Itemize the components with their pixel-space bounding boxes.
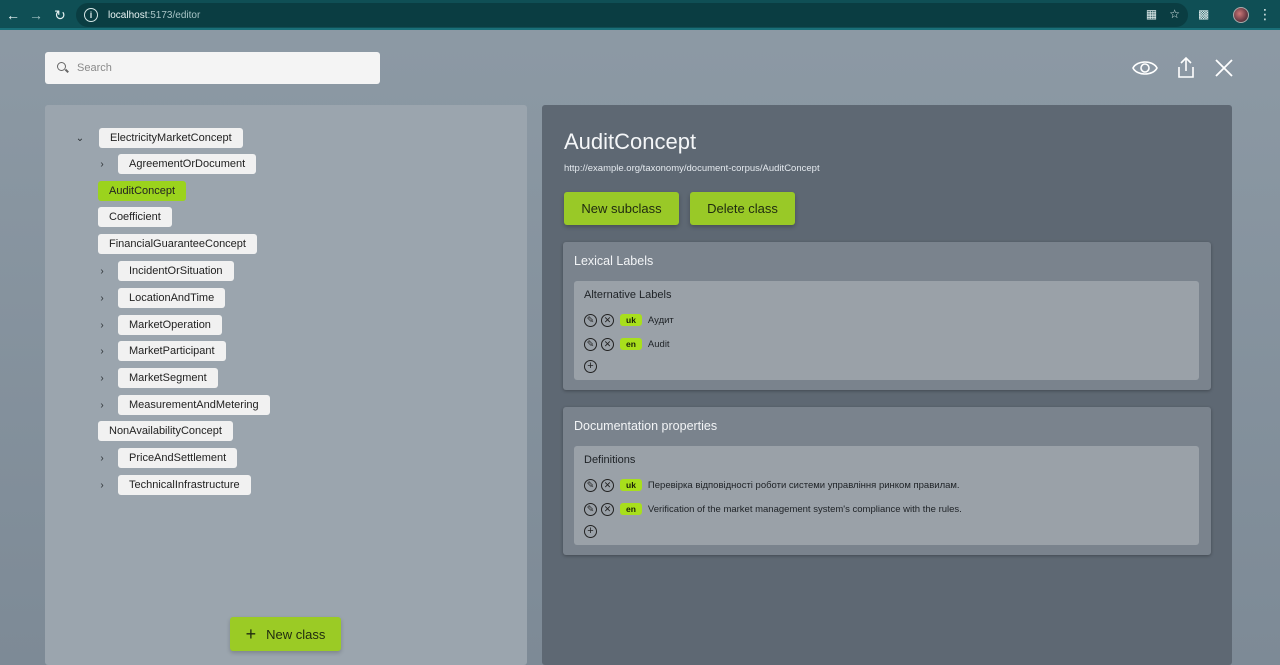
plus-icon: + xyxy=(245,623,257,644)
add-circle-icon[interactable]: + xyxy=(584,525,597,538)
delete-x-icon[interactable]: ✕ xyxy=(601,313,614,327)
profile-avatar[interactable] xyxy=(1233,7,1249,23)
tree-node-label[interactable]: PriceAndSettlement xyxy=(118,448,238,468)
class-title: AuditConcept xyxy=(564,129,697,154)
chevron-right-icon[interactable]: › xyxy=(96,319,108,331)
tree-node[interactable]: NonAvailabilityConcept xyxy=(98,421,233,441)
edit-pencil-icon[interactable]: ✎ xyxy=(584,337,597,351)
tree-node[interactable]: AuditConcept xyxy=(98,181,187,201)
search-box[interactable] xyxy=(45,52,380,84)
label-text: Audit xyxy=(647,338,670,350)
browser-menu-icon[interactable]: ⋮ xyxy=(1258,6,1272,23)
add-circle-icon[interactable]: + xyxy=(584,360,597,373)
tree-node-label[interactable]: ElectricityMarketConcept xyxy=(99,128,243,148)
lexical-labels-section: Lexical Labels Alternative Labels ✎ ✕ uk… xyxy=(563,242,1211,390)
tree-node-label[interactable]: AgreementOrDocument xyxy=(118,154,257,174)
label-text: Аудит xyxy=(647,314,674,326)
translate-icon[interactable]: ▦ xyxy=(1146,7,1157,21)
lang-badge: uk xyxy=(620,479,642,491)
tree-node[interactable]: › TechnicalInfrastructure xyxy=(96,475,251,495)
tree-node-label-selected[interactable]: AuditConcept xyxy=(98,181,187,201)
class-uri: http://example.org/taxonomy/document-cor… xyxy=(564,163,820,174)
tree-node-label[interactable]: MarketOperation xyxy=(118,315,222,335)
tree-node-root[interactable]: ⌄ ElectricityMarketConcept xyxy=(74,128,243,148)
subsection-title: Definitions xyxy=(584,454,636,466)
chevron-right-icon[interactable]: › xyxy=(96,158,108,170)
chevron-right-icon[interactable]: › xyxy=(96,292,108,304)
lang-badge: uk xyxy=(620,314,642,326)
delete-x-icon[interactable]: ✕ xyxy=(601,502,614,516)
new-class-button[interactable]: + New class xyxy=(230,617,341,651)
class-detail-panel: AuditConcept http://example.org/taxonomy… xyxy=(542,105,1232,665)
class-tree-panel: ⌄ ElectricityMarketConcept › AgreementOr… xyxy=(45,105,527,665)
tree-node[interactable]: › MeasurementAndMetering xyxy=(96,395,270,415)
lang-badge: en xyxy=(620,503,642,515)
section-title: Lexical Labels xyxy=(574,254,654,268)
reload-icon[interactable]: ↻ xyxy=(48,3,72,27)
tree-node-label[interactable]: LocationAndTime xyxy=(118,288,226,308)
forward-arrow-icon[interactable]: → xyxy=(24,3,48,27)
tree-node[interactable]: Coefficient xyxy=(98,207,172,227)
tree-node[interactable]: › MarketParticipant xyxy=(96,341,226,361)
tree-node-label[interactable]: MarketSegment xyxy=(118,368,218,388)
alternative-labels-box: Alternative Labels ✎ ✕ uk Аудит ✎ ✕ en A… xyxy=(574,281,1199,380)
tree-node-label[interactable]: Coefficient xyxy=(98,207,172,227)
tree-node-label[interactable]: FinancialGuaranteeConcept xyxy=(98,234,257,254)
chevron-down-icon[interactable]: ⌄ xyxy=(74,132,86,144)
lang-badge: en xyxy=(620,338,642,350)
delete-x-icon[interactable]: ✕ xyxy=(601,478,614,492)
tree-node[interactable]: › MarketSegment xyxy=(96,368,218,388)
chevron-right-icon[interactable]: › xyxy=(96,452,108,464)
browser-toolbar: ← → ↻ i localhost:5173/editor ▦ ☆ ▩ ⋮ xyxy=(0,0,1280,30)
definition-row: ✎ ✕ en Verification of the market manage… xyxy=(584,502,962,516)
section-title: Documentation properties xyxy=(574,419,718,433)
documentation-section: Documentation properties Definitions ✎ ✕… xyxy=(563,407,1211,555)
eye-icon[interactable] xyxy=(1132,55,1158,81)
new-class-label: New class xyxy=(266,626,326,642)
edit-pencil-icon[interactable]: ✎ xyxy=(584,502,597,516)
definition-text: Verification of the market management sy… xyxy=(647,503,962,515)
definition-row: ✎ ✕ uk Перевірка відповідності роботи си… xyxy=(584,478,960,492)
share-icon[interactable] xyxy=(1176,55,1196,81)
tree-node[interactable]: › IncidentOrSituation xyxy=(96,261,234,281)
tree-node[interactable]: FinancialGuaranteeConcept xyxy=(98,234,257,254)
chevron-right-icon[interactable]: › xyxy=(96,479,108,491)
url-text[interactable]: localhost:5173/editor xyxy=(108,10,200,21)
definition-text: Перевірка відповідності роботи системи у… xyxy=(647,479,960,491)
extensions-puzzle-icon[interactable]: ▩ xyxy=(1198,7,1212,21)
tree-node[interactable]: › LocationAndTime xyxy=(96,288,226,308)
tree-node[interactable]: › MarketOperation xyxy=(96,315,222,335)
address-bar[interactable]: i localhost:5173/editor ▦ ☆ xyxy=(76,3,1188,27)
delete-class-button[interactable]: Delete class xyxy=(690,192,795,225)
chevron-right-icon[interactable]: › xyxy=(96,372,108,384)
edit-pencil-icon[interactable]: ✎ xyxy=(584,478,597,492)
search-icon xyxy=(57,62,69,74)
tree-node[interactable]: › AgreementOrDocument xyxy=(96,154,257,174)
tree-node-label[interactable]: TechnicalInfrastructure xyxy=(118,475,251,495)
subsection-title: Alternative Labels xyxy=(584,289,672,301)
definitions-box: Definitions ✎ ✕ uk Перевірка відповіднос… xyxy=(574,446,1199,545)
chevron-right-icon[interactable]: › xyxy=(96,345,108,357)
tree-node-label[interactable]: NonAvailabilityConcept xyxy=(98,421,233,441)
tree-node-label[interactable]: MarketParticipant xyxy=(118,341,226,361)
tree-node-label[interactable]: IncidentOrSituation xyxy=(118,261,234,281)
label-row: ✎ ✕ uk Аудит xyxy=(584,313,674,327)
site-info-icon[interactable]: i xyxy=(84,8,98,22)
new-subclass-button[interactable]: New subclass xyxy=(564,192,679,225)
back-arrow-icon[interactable]: ← xyxy=(1,3,25,27)
tree-node[interactable]: › PriceAndSettlement xyxy=(96,448,238,468)
edit-pencil-icon[interactable]: ✎ xyxy=(584,313,597,327)
close-icon[interactable] xyxy=(1214,55,1234,81)
chevron-right-icon[interactable]: › xyxy=(96,265,108,277)
label-row: ✎ ✕ en Audit xyxy=(584,337,670,351)
bookmark-star-icon[interactable]: ☆ xyxy=(1169,7,1180,21)
tree-node-label[interactable]: MeasurementAndMetering xyxy=(118,395,270,415)
chevron-right-icon[interactable]: › xyxy=(96,399,108,411)
delete-x-icon[interactable]: ✕ xyxy=(601,337,614,351)
search-input[interactable] xyxy=(77,62,357,74)
